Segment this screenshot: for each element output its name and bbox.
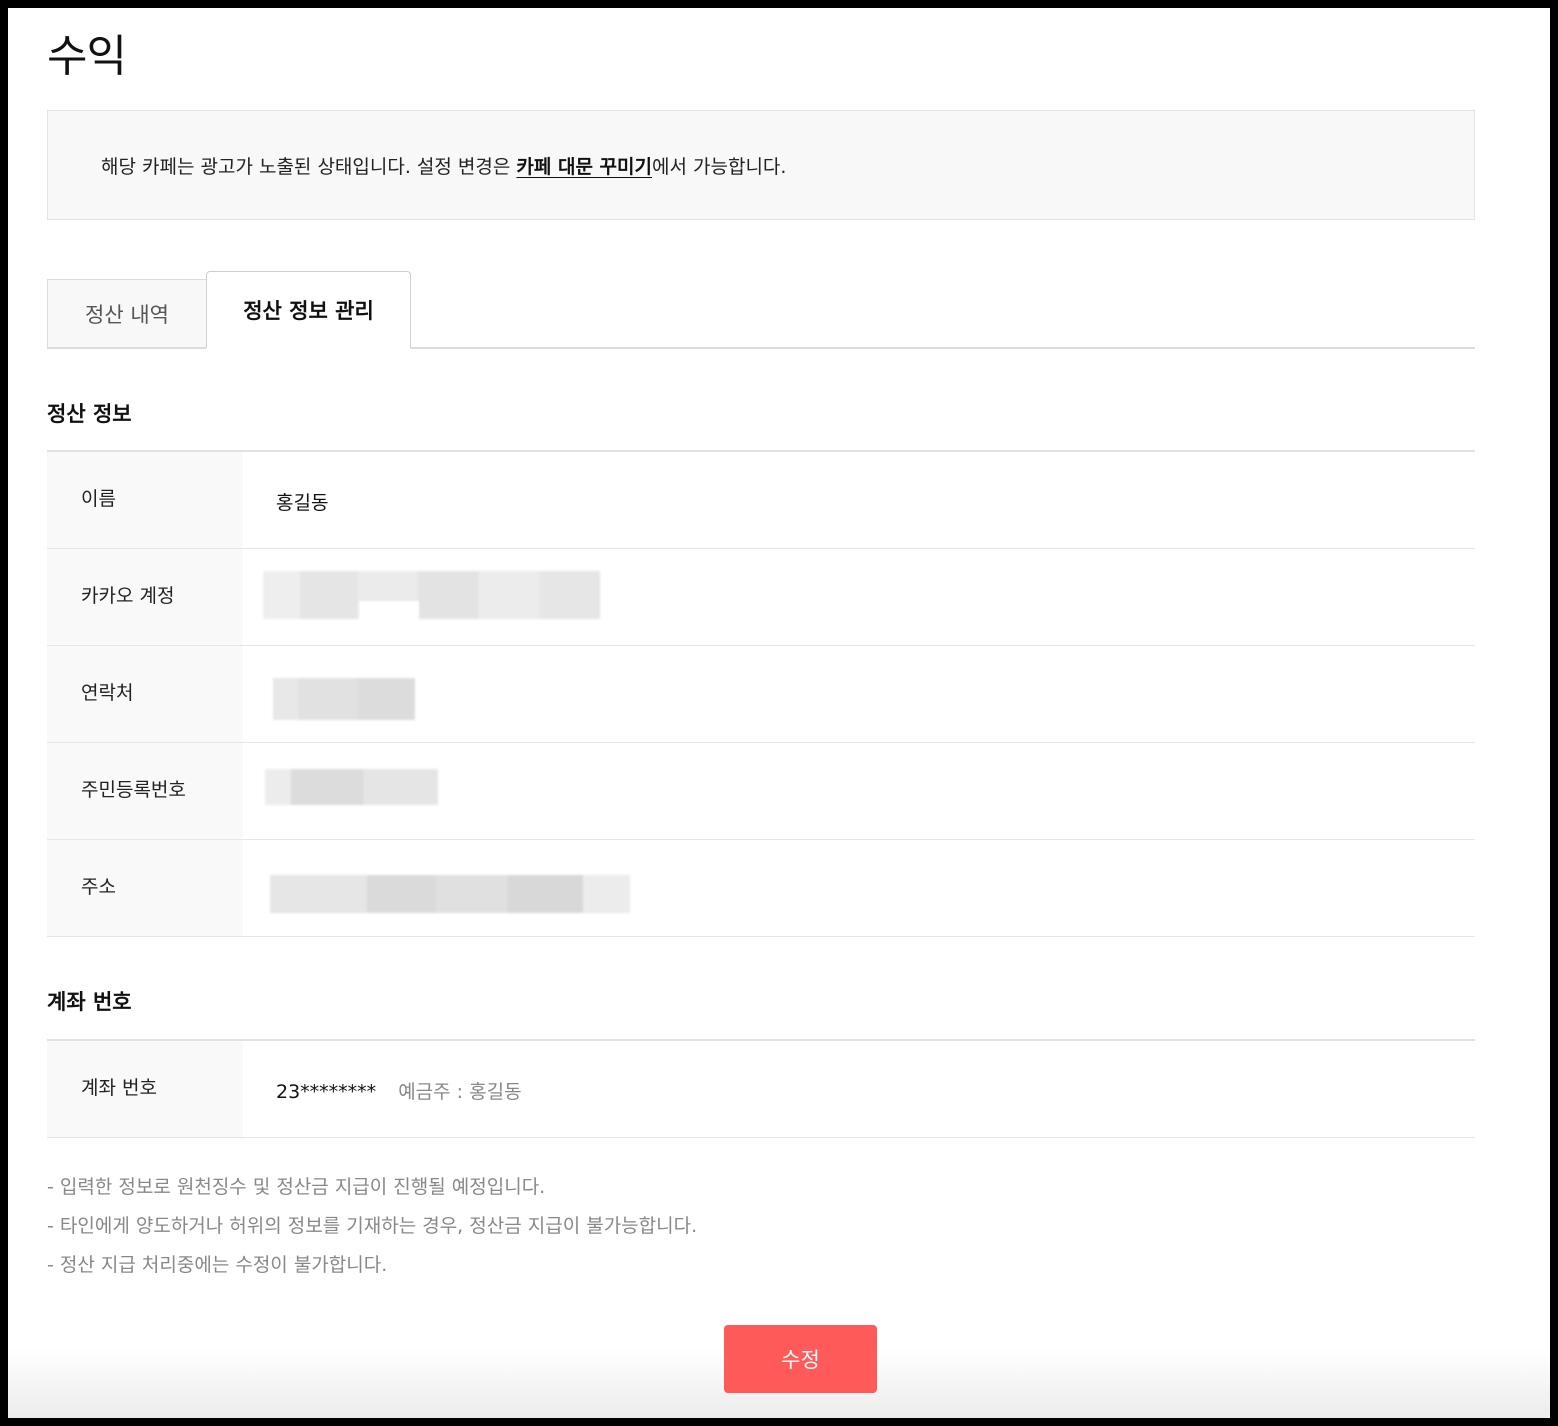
app-window: 수익 해당 카페는 광고가 노출된 상태입니다. 설정 변경은 카페 대문 꾸미… <box>8 8 1550 1418</box>
redacted-address <box>270 875 630 913</box>
table-row-resident-number: 주민등록번호 <box>47 743 1475 840</box>
account-section-title: 계좌 번호 <box>47 990 132 1014</box>
cafe-front-decorate-link[interactable]: 카페 대문 꾸미기 <box>516 156 652 178</box>
row-label-name: 이름 <box>47 452 243 548</box>
tab-settlement-history[interactable]: 정산 내역 <box>47 279 207 349</box>
row-label-resident-number: 주민등록번호 <box>47 743 243 839</box>
tab-settlement-info-management[interactable]: 정산 정보 관리 <box>206 271 411 349</box>
row-label-account: 계좌 번호 <box>47 1041 243 1137</box>
table-row-kakao-account: 카카오 계정 <box>47 549 1475 646</box>
settlement-notes: - 입력한 정보로 원천징수 및 정산금 지급이 진행될 예정입니다. - 타인… <box>47 1168 697 1285</box>
settlement-tabs: 정산 내역 정산 정보 관리 <box>47 271 1475 349</box>
row-value-account: 23******** 예금주 : 홍길동 <box>243 1041 1475 1137</box>
ad-notice-banner: 해당 카페는 광고가 노출된 상태입니다. 설정 변경은 카페 대문 꾸미기에서… <box>47 110 1475 220</box>
table-row-account: 계좌 번호 23******** 예금주 : 홍길동 <box>47 1041 1475 1138</box>
page-title: 수익 <box>47 31 127 82</box>
notice-text-before: 해당 카페는 광고가 노출된 상태입니다. 설정 변경은 <box>101 155 517 178</box>
row-value-kakao-account <box>243 549 1475 645</box>
table-row-name: 이름 홍길동 <box>47 452 1475 549</box>
settlement-info-title: 정산 정보 <box>47 402 132 426</box>
notice-text-after: 에서 가능합니다. <box>652 155 787 178</box>
row-label-contact: 연락처 <box>47 646 243 742</box>
row-value-resident-number <box>243 743 1475 839</box>
edit-button[interactable]: 수정 <box>724 1325 877 1393</box>
redacted-contact <box>273 678 415 720</box>
account-holder: 예금주 : 홍길동 <box>398 1081 522 1103</box>
redacted-gap <box>359 601 419 621</box>
redacted-resident-number <box>265 769 438 805</box>
settlement-info-table: 이름 홍길동 카카오 계정 연락처 주민등록번호 주소 <box>47 450 1475 937</box>
row-value-address <box>243 840 1475 936</box>
row-label-address: 주소 <box>47 840 243 936</box>
table-row-contact: 연락처 <box>47 646 1475 743</box>
account-number: 23******** <box>276 1081 377 1103</box>
row-value-name: 홍길동 <box>276 492 329 514</box>
notice-text: 해당 카페는 광고가 노출된 상태입니다. 설정 변경은 카페 대문 꾸미기에서… <box>101 152 786 179</box>
row-label-kakao-account: 카카오 계정 <box>47 549 243 645</box>
note-item: - 타인에게 양도하거나 허위의 정보를 기재하는 경우, 정산금 지급이 불가… <box>47 1215 698 1237</box>
row-value-contact <box>243 646 1475 742</box>
account-table: 계좌 번호 23******** 예금주 : 홍길동 <box>47 1039 1475 1138</box>
table-row-address: 주소 <box>47 840 1475 937</box>
note-item: - 정산 지급 처리중에는 수정이 불가합니다. <box>47 1254 388 1276</box>
redacted-kakao-account <box>263 571 600 619</box>
note-item: - 입력한 정보로 원천징수 및 정산금 지급이 진행될 예정입니다. <box>47 1176 546 1198</box>
